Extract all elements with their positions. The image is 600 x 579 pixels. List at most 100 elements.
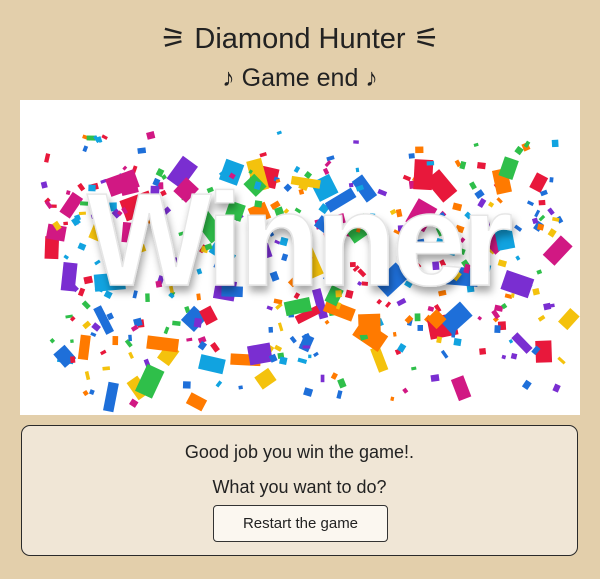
confetti-piece: [510, 293, 515, 298]
confetti-piece: [514, 145, 524, 156]
confetti-piece: [411, 366, 417, 371]
confetti-piece: [298, 333, 315, 353]
confetti-piece: [313, 351, 319, 358]
confetti-piece: [326, 155, 335, 162]
confetti-piece: [90, 331, 97, 337]
confetti-piece: [77, 334, 91, 361]
confetti-piece: [529, 172, 549, 193]
confetti-piece: [254, 367, 277, 390]
confetti-piece: [193, 317, 203, 328]
confetti-piece: [336, 390, 343, 399]
confetti-piece: [182, 381, 191, 389]
confetti-piece: [100, 349, 107, 356]
confetti-piece: [440, 349, 449, 359]
confetti-piece: [186, 337, 193, 342]
confetti-piece: [197, 340, 208, 351]
confetti-piece: [146, 335, 180, 353]
confetti-piece: [78, 211, 86, 216]
confetti-piece: [77, 182, 86, 192]
confetti-piece: [210, 342, 220, 353]
confetti-piece: [547, 228, 557, 238]
confetti-piece: [63, 254, 70, 260]
confetti-piece: [390, 396, 395, 402]
confetti-piece: [353, 140, 359, 144]
confetti-piece: [511, 332, 533, 354]
confetti-piece: [392, 331, 397, 337]
confetti-piece: [70, 356, 76, 364]
confetti-piece: [259, 151, 267, 158]
confetti-piece: [450, 375, 472, 402]
restart-game-button[interactable]: Restart the game: [213, 505, 388, 542]
confetti-piece: [103, 381, 119, 413]
confetti-piece: [320, 374, 325, 383]
confetti-piece: [137, 147, 147, 154]
confetti-piece: [526, 200, 535, 207]
confetti-piece: [276, 130, 282, 135]
confetti-piece: [415, 146, 424, 154]
confetti-piece: [532, 287, 540, 296]
confetti-piece: [89, 389, 95, 396]
game-end-panel: Good job you win the game!. What you wan…: [21, 425, 578, 556]
confetti-piece: [274, 344, 283, 352]
confetti-piece: [547, 207, 555, 216]
confetti-piece: [430, 374, 440, 382]
confetti-piece: [198, 354, 226, 375]
confetti-piece: [557, 356, 566, 365]
confetti-piece: [477, 315, 483, 321]
confetti-piece: [558, 308, 580, 331]
confetti-piece: [297, 357, 308, 364]
confetti-piece: [128, 398, 139, 408]
confetti-piece: [63, 221, 69, 226]
confetti-piece: [402, 387, 409, 394]
confetti-piece: [102, 366, 111, 371]
confetti-piece: [538, 214, 546, 222]
win-message: Good job you win the game!.: [184, 442, 415, 462]
confetti-piece: [112, 336, 119, 346]
confetti-piece: [101, 134, 108, 140]
confetti-piece: [146, 131, 156, 140]
confetti-piece: [370, 345, 389, 373]
confetti-piece: [510, 352, 518, 360]
confetti-piece: [128, 334, 133, 342]
confetti-piece: [515, 255, 521, 261]
confetti-piece: [163, 326, 170, 335]
confetti-piece: [268, 326, 274, 333]
confetti-piece: [65, 190, 71, 196]
confetti-piece: [549, 177, 554, 183]
confetti-piece: [308, 354, 312, 359]
confetti-piece: [172, 320, 181, 327]
confetti-piece: [538, 199, 546, 206]
confetti-piece: [185, 392, 208, 412]
confetti-piece: [82, 389, 89, 397]
confetti-piece: [238, 385, 243, 390]
winner-word: Winner: [87, 166, 512, 313]
confetti-piece: [82, 320, 92, 330]
confetti-piece: [426, 161, 435, 166]
question-text: What you want to do?: [212, 477, 387, 497]
confetti-piece: [479, 347, 487, 355]
confetti-piece: [302, 345, 311, 349]
confetti-piece: [404, 315, 414, 324]
confetti-piece: [552, 383, 561, 393]
page-subtitle: ♪ Game end ♪: [222, 64, 378, 92]
page-title: ⚞ Diamond Hunter ⚟: [160, 23, 440, 55]
confetti-piece: [279, 356, 288, 365]
confetti-piece: [128, 351, 134, 360]
confetti-piece: [247, 342, 273, 366]
confetti-piece: [473, 142, 479, 147]
confetti-piece: [453, 337, 462, 347]
confetti-piece: [521, 379, 532, 390]
winner-banner-image: Winner: [20, 100, 580, 415]
confetti-piece: [330, 372, 338, 380]
confetti-piece: [501, 354, 507, 360]
confetti-piece: [324, 319, 330, 325]
confetti-piece: [543, 302, 552, 311]
confetti-piece: [414, 313, 421, 322]
confetti-piece: [289, 335, 297, 344]
confetti-piece: [77, 242, 87, 251]
confetti-piece: [84, 371, 91, 381]
confetti-piece: [82, 145, 89, 153]
confetti-piece: [277, 322, 284, 332]
confetti-piece: [494, 325, 501, 334]
confetti-piece: [53, 344, 77, 368]
